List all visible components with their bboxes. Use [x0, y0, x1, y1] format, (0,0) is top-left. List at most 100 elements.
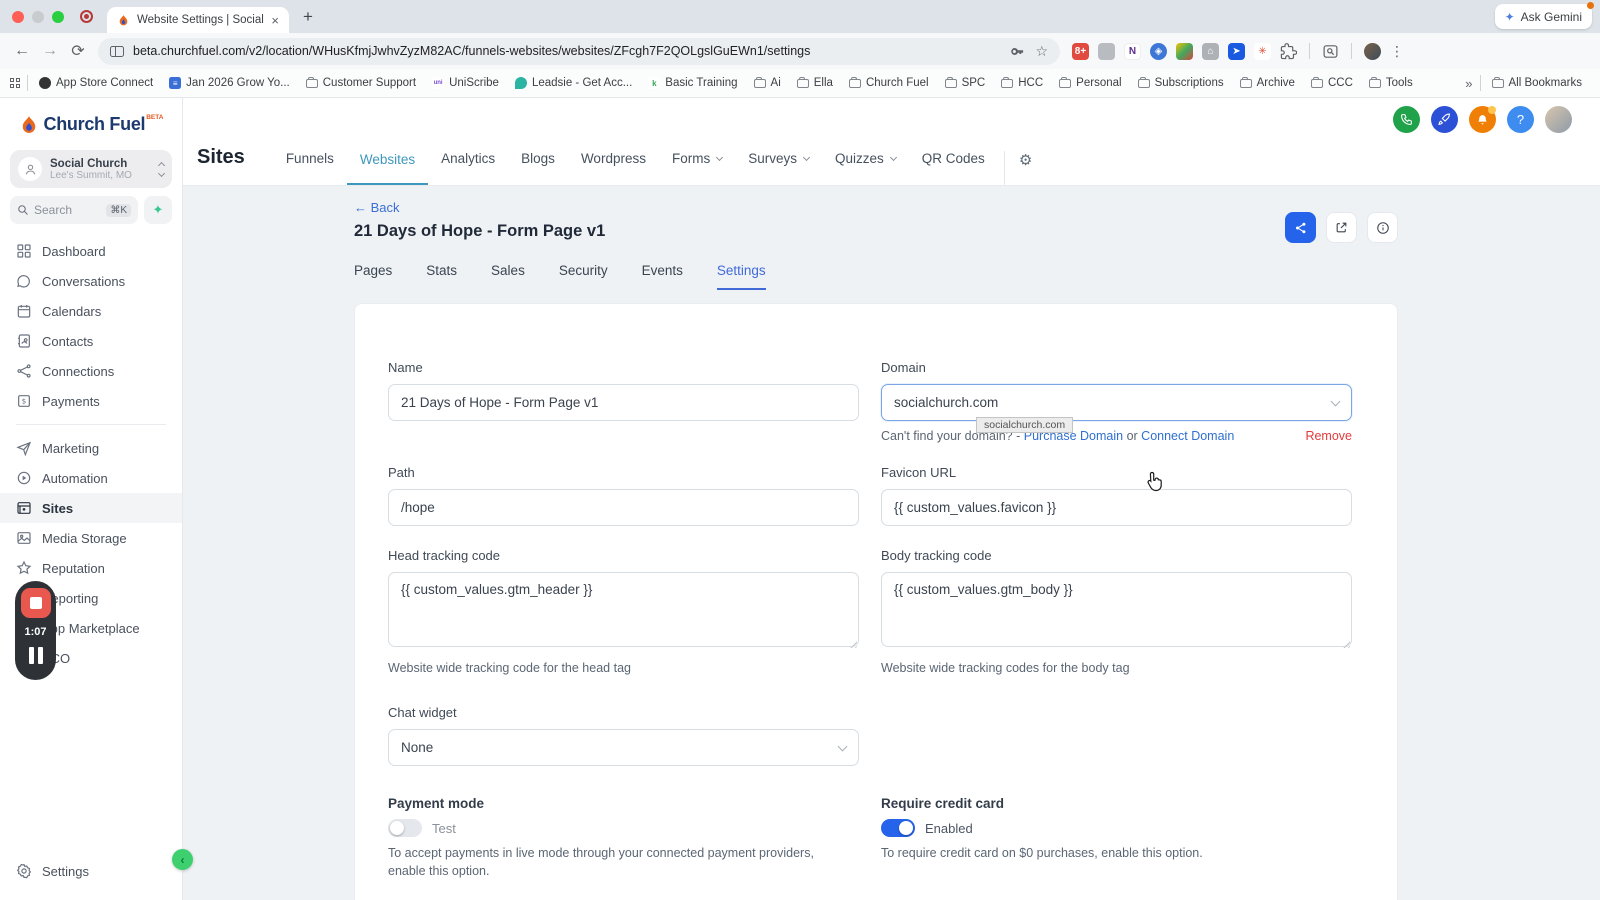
bookmark-item[interactable]: Personal: [1059, 76, 1122, 89]
head-code-textarea[interactable]: {{ custom_values.gtm_header }}: [388, 572, 859, 647]
bookmark-item[interactable]: Ai: [753, 76, 781, 89]
info-button[interactable]: [1367, 212, 1398, 243]
lock-extension-icon[interactable]: ⌂: [1202, 42, 1219, 60]
chat-widget-select[interactable]: None: [388, 729, 859, 767]
tab-qr-codes[interactable]: QR Codes: [909, 151, 998, 185]
bookmarks-overflow-icon[interactable]: »: [1465, 76, 1472, 91]
body-code-textarea[interactable]: {{ custom_values.gtm_body }}: [881, 572, 1352, 647]
remove-domain-button[interactable]: Remove: [1305, 429, 1352, 443]
site-info-icon[interactable]: [110, 45, 124, 57]
back-link[interactable]: ← Back: [354, 200, 1398, 215]
pause-recording-button[interactable]: [28, 647, 43, 664]
launch-button[interactable]: [1431, 106, 1458, 133]
close-window-button[interactable]: [12, 10, 24, 23]
bookmark-item[interactable]: CCC: [1310, 76, 1353, 89]
password-key-icon[interactable]: [1010, 44, 1025, 59]
bookmark-item[interactable]: Archive: [1239, 76, 1295, 89]
browser-tab[interactable]: Website Settings | Social Chu ×: [107, 7, 289, 33]
tab-quizzes[interactable]: Quizzes: [822, 151, 909, 185]
bookmark-item[interactable]: Subscriptions: [1137, 76, 1224, 89]
back-button[interactable]: ←: [8, 42, 36, 60]
tab-search-icon[interactable]: [1322, 43, 1339, 60]
sidebar-item-media-storage[interactable]: Media Storage: [0, 523, 182, 553]
sidebar-item-sites[interactable]: Sites: [0, 493, 182, 523]
tab-surveys[interactable]: Surveys: [735, 151, 822, 185]
chrome-menu-icon[interactable]: ⋮: [1390, 43, 1404, 60]
brand-logo[interactable]: Church Fuel BETA: [0, 98, 182, 146]
all-bookmarks-button[interactable]: All Bookmarks: [1491, 76, 1582, 89]
sidebar-item-conversations[interactable]: Conversations: [0, 266, 182, 296]
bookmark-item[interactable]: Ella: [796, 76, 833, 89]
phone-button[interactable]: [1393, 106, 1420, 133]
search-input[interactable]: Search ⌘K: [10, 196, 138, 224]
tab-settings[interactable]: Settings: [716, 255, 766, 290]
sidebar-item-settings[interactable]: Settings: [0, 856, 182, 886]
sidebar-item-calendars[interactable]: Calendars: [0, 296, 182, 326]
open-external-button[interactable]: [1326, 212, 1357, 243]
tab-close-icon[interactable]: ×: [271, 13, 279, 28]
bookmark-item[interactable]: uni UniScribe: [432, 77, 499, 89]
reload-button[interactable]: ⟳: [64, 41, 92, 61]
sidebar-item-connections[interactable]: Connections: [0, 356, 182, 386]
bookmark-item[interactable]: HCC: [1001, 76, 1043, 89]
ai-assistant-button[interactable]: ✦: [144, 196, 172, 224]
bookmark-item[interactable]: Church Fuel: [848, 76, 929, 89]
path-input[interactable]: [388, 489, 859, 526]
tab-funnels[interactable]: Funnels: [273, 151, 347, 185]
notifications-button[interactable]: [1469, 106, 1496, 133]
domain-select[interactable]: socialchurch.com: [881, 384, 1352, 421]
sidebar-item-automation[interactable]: Automation: [0, 463, 182, 493]
ask-gemini-button[interactable]: ✦ Ask Gemini: [1494, 2, 1594, 29]
bookmark-item[interactable]: ≡ Jan 2026 Grow Yo...: [169, 77, 290, 89]
apps-grid-icon[interactable]: [10, 78, 20, 88]
connect-domain-link[interactable]: Connect Domain: [1141, 429, 1234, 443]
arrow-extension-icon[interactable]: ➤: [1228, 42, 1245, 60]
url-bar[interactable]: beta.churchfuel.com/v2/location/WHusKfmj…: [98, 37, 1060, 65]
tab-wordpress[interactable]: Wordpress: [568, 151, 659, 185]
require-cc-toggle[interactable]: [881, 819, 915, 838]
tab-blogs[interactable]: Blogs: [508, 151, 568, 185]
bookmark-item[interactable]: Tools: [1368, 76, 1413, 89]
tab-analytics[interactable]: Analytics: [428, 151, 508, 185]
maximize-window-button[interactable]: [52, 10, 64, 23]
notion-extension-icon[interactable]: N: [1124, 42, 1141, 60]
sidebar-collapse-button[interactable]: ‹: [172, 849, 193, 870]
share-button[interactable]: [1285, 212, 1316, 243]
tab-security[interactable]: Security: [559, 255, 608, 290]
name-input[interactable]: [388, 384, 859, 421]
extension-icon[interactable]: [1098, 42, 1115, 60]
burst-extension-icon[interactable]: ✳: [1254, 42, 1271, 60]
tab-events[interactable]: Events: [642, 255, 683, 290]
bookmark-item[interactable]: Customer Support: [305, 76, 416, 89]
tab-websites[interactable]: Websites: [346, 152, 429, 185]
sidebar-item-reputation[interactable]: Reputation: [0, 553, 182, 583]
account-switcher[interactable]: Social Church Lee's Summit, MO: [10, 150, 172, 188]
forward-button[interactable]: →: [36, 42, 64, 60]
help-button[interactable]: ?: [1507, 106, 1534, 133]
tab-stats[interactable]: Stats: [426, 255, 457, 290]
stop-recording-button[interactable]: [20, 588, 51, 618]
url-text[interactable]: beta.churchfuel.com/v2/location/WHusKfmj…: [133, 44, 1010, 58]
tab-pages[interactable]: Pages: [354, 255, 392, 290]
bookmark-item[interactable]: k Basic Training: [648, 77, 738, 89]
sidebar-item-contacts[interactable]: Contacts: [0, 326, 182, 356]
extensions-puzzle-icon[interactable]: [1280, 42, 1297, 60]
tag-extension-icon[interactable]: ◈: [1150, 42, 1167, 60]
sidebar-item-marketing[interactable]: Marketing: [0, 433, 182, 463]
minimize-window-button[interactable]: [32, 10, 44, 23]
browser-profile-avatar[interactable]: [1364, 42, 1381, 60]
extension-icon[interactable]: 8+: [1072, 42, 1089, 60]
user-avatar[interactable]: [1545, 106, 1572, 133]
window-controls[interactable]: [12, 10, 64, 23]
bookmark-item[interactable]: SPC: [944, 76, 985, 89]
sites-settings-gear-icon[interactable]: ⚙: [1003, 151, 1046, 185]
bookmark-item[interactable]: App Store Connect: [39, 77, 153, 89]
sidebar-item-dashboard[interactable]: Dashboard: [0, 236, 182, 266]
new-tab-button[interactable]: +: [303, 7, 313, 27]
tab-forms[interactable]: Forms: [659, 151, 735, 185]
payment-mode-toggle[interactable]: [388, 819, 422, 838]
bookmark-item[interactable]: Leadsie - Get Acc...: [514, 77, 632, 89]
colorpicker-extension-icon[interactable]: [1176, 42, 1193, 60]
bookmark-star-icon[interactable]: ☆: [1035, 43, 1048, 60]
tab-sales[interactable]: Sales: [491, 255, 525, 290]
